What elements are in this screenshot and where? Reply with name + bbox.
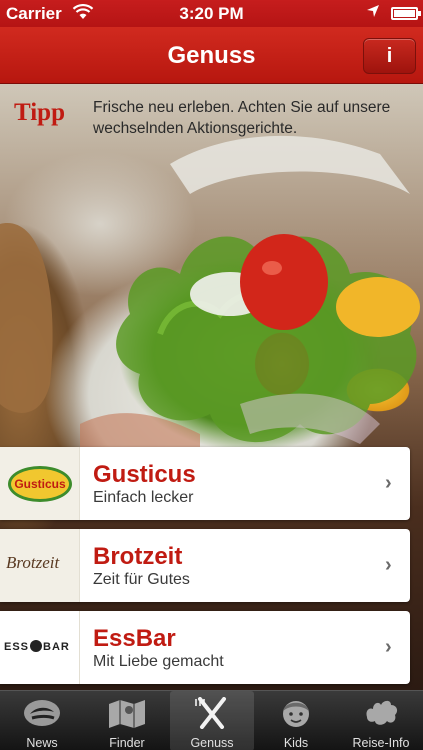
list-item-subtitle: Mit Liebe gemacht xyxy=(93,653,224,670)
clock: 3:20 PM xyxy=(179,4,244,23)
tab-genuss[interactable]: Genuss xyxy=(170,691,254,750)
tab-finder[interactable]: Finder xyxy=(85,691,169,750)
list-item-title: Brotzeit xyxy=(93,543,183,570)
tab-label: Finder xyxy=(109,736,145,750)
list-item-subtitle: Zeit für Gutes xyxy=(93,571,190,588)
location-arrow-icon xyxy=(366,4,380,22)
tab-label: Genuss xyxy=(190,736,234,750)
tipp-label: Tipp xyxy=(14,99,65,126)
list-item-brotzeit[interactable]: Brotzeit Brotzeit Zeit für Gutes › xyxy=(0,529,410,602)
brotzeit-logo: Brotzeit xyxy=(0,529,80,602)
chevron-right-icon: › xyxy=(385,472,392,494)
tab-label: News xyxy=(26,736,58,750)
tab-kids[interactable]: Kids xyxy=(254,691,338,750)
kid-face-icon xyxy=(276,697,316,729)
battery-icon xyxy=(391,7,421,20)
chevron-right-icon: › xyxy=(385,636,392,658)
news-icon xyxy=(22,697,62,729)
list-item-subtitle: Einfach lecker xyxy=(93,489,194,506)
tipp-text: Frische neu erleben. Achten Sie auf unse… xyxy=(93,99,391,137)
map-icon xyxy=(107,697,147,729)
essbar-logo: ESS BAR xyxy=(0,611,80,684)
europe-map-icon xyxy=(361,697,401,729)
list-item-essbar[interactable]: ESS BAR EssBar Mit Liebe gemacht › xyxy=(0,611,410,684)
tab-news[interactable]: News xyxy=(0,691,84,750)
fork-knife-icon xyxy=(192,697,232,729)
status-bar: Carrier 3:20 PM xyxy=(0,0,423,27)
navigation-bar: Genuss i xyxy=(0,27,423,84)
gusticus-logo: Gusticus xyxy=(0,447,80,520)
chevron-right-icon: › xyxy=(385,554,392,576)
tab-reise-info[interactable]: Reise-Info xyxy=(339,691,423,750)
tab-label: Reise-Info xyxy=(352,736,410,750)
page-title: Genuss xyxy=(167,42,256,69)
info-button[interactable]: i xyxy=(363,38,416,74)
list-item-title: Gusticus xyxy=(93,461,196,488)
list-item-gusticus[interactable]: Gusticus Gusticus Einfach lecker › xyxy=(0,447,410,520)
list-item-title: EssBar xyxy=(93,625,176,652)
tab-bar: News Finder Genuss Kids Reise-Info xyxy=(0,690,423,750)
tab-label: Kids xyxy=(283,736,309,750)
